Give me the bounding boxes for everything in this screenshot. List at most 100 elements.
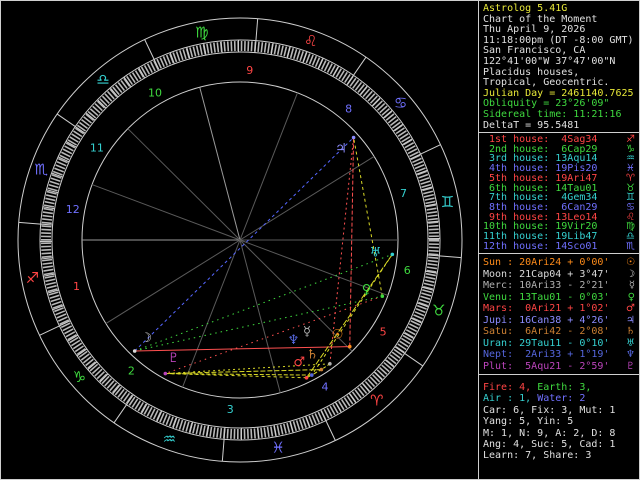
info-line-deltat: DeltaT = 95.5481 <box>483 119 580 131</box>
summary-token: Learn: 7, Share: 3 <box>483 450 592 462</box>
planet-label: Jupi: <box>483 314 514 326</box>
summary-line-2: Air : 1, Water: 2 <box>483 393 637 404</box>
house-cusp-line-2 <box>105 239 241 324</box>
planet-label: Moon: <box>483 268 514 280</box>
house-number-7: 7 <box>400 187 407 200</box>
planet-venu-dot <box>380 294 385 298</box>
planet-icon: ♄ <box>626 326 635 337</box>
planet-row-plut: Plut: 5Aqu21 - 2°59' ♇ <box>483 361 637 373</box>
house-number-6: 6 <box>404 264 411 277</box>
sign-12-icon: ♏ <box>626 240 635 252</box>
aspect-sextile-uran-mars <box>306 254 393 379</box>
natal-wheel-chart[interactable]: ♈♉♊♋♌♍♎♏♐♑♒ ♓123456789101112☉☽ ☿♀♂♃♄♅♆♇ <box>1 1 478 479</box>
house-label: 12th house: <box>483 240 550 252</box>
tick-5deg <box>40 223 53 226</box>
planet-icon: ♆ <box>626 349 635 360</box>
planet-icon: ☉ <box>626 257 635 268</box>
tick-5deg <box>286 46 291 59</box>
planet-velocity-value: + 4°26' <box>561 314 610 326</box>
chart-info-section: Astrolog 5.41G Chart of the Moment Thu A… <box>479 1 639 132</box>
planet-position-value: 2Ari33 <box>513 349 562 360</box>
sign-boundary <box>144 39 155 60</box>
planet-icon: ♇ <box>626 360 635 372</box>
summary-token: Car: 6, Fix: 3, Mut: 1 <box>483 404 616 416</box>
summary-token: M: 1, N: 9, A: 2, D: 8 <box>483 427 616 439</box>
chart-summary-section: Fire: 4, Earth: 3, Air : 1, Water: 2 Car: … <box>479 374 639 479</box>
sign-boundary <box>56 113 76 127</box>
planet-position-value: 29Tau11 <box>513 337 562 349</box>
planet-jupi-dot <box>351 135 356 140</box>
sign-libra-glyph: ♎ <box>96 70 109 88</box>
planet-moon-dot <box>132 349 137 353</box>
planet-satu-dot <box>319 367 324 372</box>
sign-scorpio-glyph: ♏ <box>34 160 48 178</box>
planet-velocity-value: + 1°02' <box>561 303 610 314</box>
planet-merc-glyph: ☿ <box>303 325 311 340</box>
planet-position-value: 20Ari24 <box>513 257 562 268</box>
planet-row-uran: Uran: 29Tau11 - 0°10' ♅ <box>483 338 637 350</box>
planet-uran-glyph: ♅ <box>370 245 382 260</box>
sign-virgo-glyph: ♍ <box>195 23 208 41</box>
house-cusp-line-11 <box>127 128 241 241</box>
planet-position-value: 16Can38 <box>513 314 562 326</box>
planet-velocity-value: - 2°08' <box>561 326 610 337</box>
summary-line-6: Ang: 4, Suc: 5, Cad: 1 <box>483 439 637 450</box>
sign-boundary <box>420 144 441 155</box>
house-cusp-line-9 <box>239 92 298 241</box>
house-cusp-line-12 <box>91 184 241 241</box>
house-number-1: 1 <box>73 280 80 293</box>
planet-row-venu: Venu: 13Tau01 - 0°03' ♀ <box>483 292 637 304</box>
sign-aquarius-glyph: ♒ <box>163 430 176 448</box>
house-number-9: 9 <box>246 64 253 77</box>
aspect-opposition-moon-jupi <box>134 137 354 352</box>
tick-5deg <box>289 421 294 433</box>
sign-capricorn-glyph: ♑ <box>73 368 86 386</box>
sign-boundary <box>353 56 367 76</box>
planet-position-value: 13Tau01 <box>513 291 562 303</box>
planet-row-satu: Satu: 6Ari42 - 2°08' ♄ <box>483 326 637 338</box>
chart-wheel-area: ♈ ♉ ♊ ♋ ♌ ♍ ♎ ♏ ♐ ♑ ♒ ♓ 1 2 3 4 5 6 7 8 9 10 11 12 ☉ ☽ ☿ ♀ ♂ ♃ ♄ ♅ ♆ ♇ <box>1 1 478 479</box>
planet-label: Plut: <box>483 360 514 372</box>
house-cusp-line-3 <box>182 239 241 388</box>
aspect-square-venu-plut <box>165 295 383 375</box>
planet-velocity-value: + 1°19' <box>561 349 610 360</box>
sign-sagittarius-glyph: ♐ <box>26 269 39 287</box>
planet-position-value: 5Aqu21 <box>513 360 562 372</box>
planet-row-mars: Mars: 0Ari21 + 1°02' ♂ <box>483 303 637 315</box>
planet-row-nept: Nept: 2Ari33 + 1°19' ♆ <box>483 349 637 361</box>
sign-boundary <box>255 18 259 41</box>
planet-venu-glyph: ♀ <box>362 282 372 297</box>
house-cusp-value: 14Sco01 <box>549 240 598 252</box>
planet-row-moon: Moon: 21Cap04 + 3°47' ☽ <box>483 269 637 281</box>
summary-token: Yang: 5, Yin: 5 <box>483 416 574 428</box>
aspect-trine-moon-uran <box>134 253 393 352</box>
house-cusp-line-10 <box>199 87 241 241</box>
planet-plut-dot <box>163 371 168 376</box>
planet-uran-dot <box>390 252 395 257</box>
planet-positions-section: Sun : 20Ari24 + 0°00' ☉ Moon: 21Cap04 + 3°… <box>479 253 639 374</box>
planet-position-value: 10Ari33 <box>513 280 562 291</box>
planet-label: Satu: <box>483 326 514 337</box>
planet-sun-dot <box>347 344 352 349</box>
sign-boundary <box>113 404 127 424</box>
info-line-sidereal-time: Sidereal time: 11:21:16 <box>483 108 622 120</box>
planet-position-value: 0Ari21 <box>513 303 562 314</box>
sign-cancer-glyph: ♋ <box>394 94 407 112</box>
planet-mars-glyph: ♂ <box>293 355 305 370</box>
planet-label: Venu: <box>483 291 514 303</box>
planet-moon-glyph: ☽ <box>141 331 153 346</box>
house-number-11: 11 <box>90 142 104 155</box>
planet-icon: ♃ <box>626 314 635 326</box>
summary-line-3: Car: 6, Fix: 3, Mut: 1 <box>483 405 637 416</box>
sign-boundary <box>221 439 225 462</box>
planet-icon: ☽ <box>626 268 635 280</box>
planet-row-jupi: Jupi: 16Can38 + 4°26' ♃ <box>483 315 637 327</box>
planet-velocity-value: - 0°10' <box>561 337 610 349</box>
summary-token: Air : 1, <box>483 393 532 405</box>
sign-boundary <box>325 420 336 441</box>
planet-sun-glyph: ☉ <box>332 327 344 342</box>
house-number-8: 8 <box>345 103 352 116</box>
planet-satu-glyph: ♄ <box>307 348 319 363</box>
house-number-5: 5 <box>380 325 387 338</box>
house-number-10: 10 <box>148 86 162 99</box>
